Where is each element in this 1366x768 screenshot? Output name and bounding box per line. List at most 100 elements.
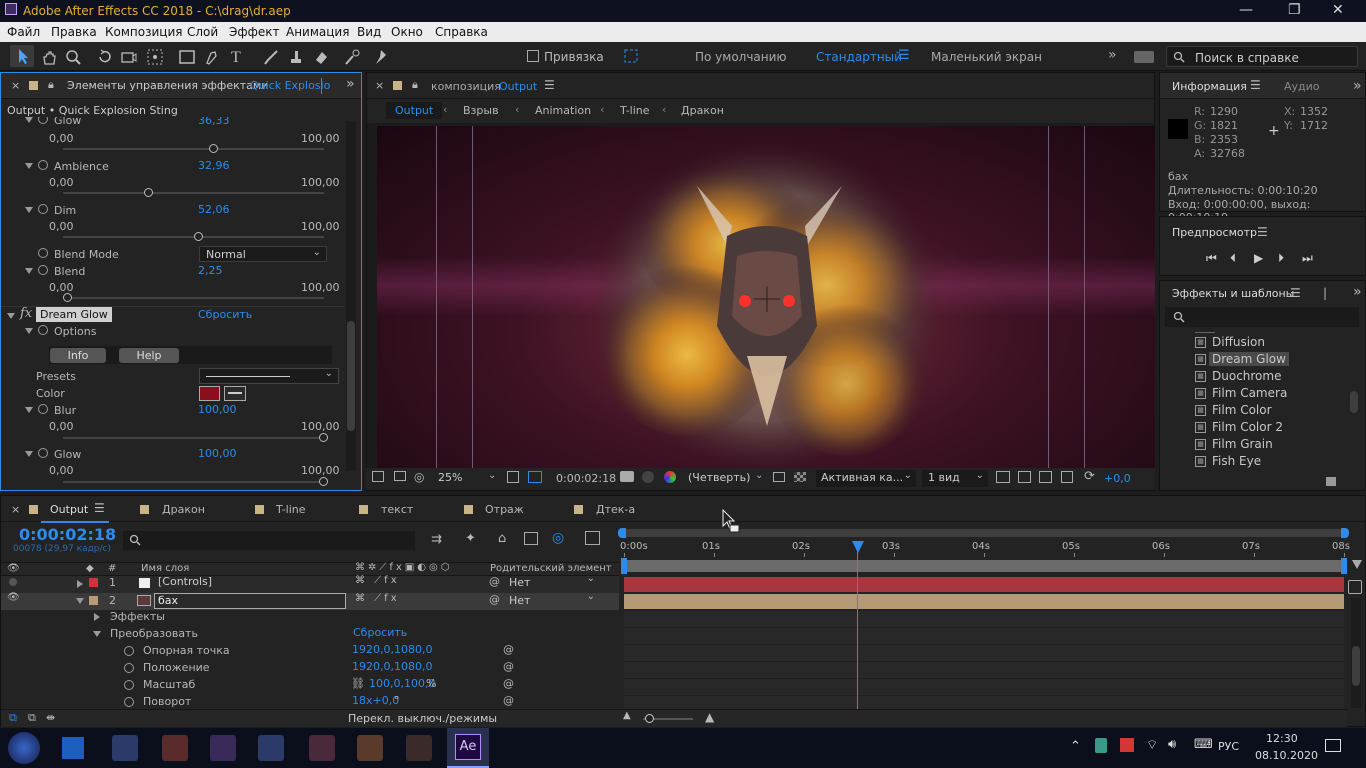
- effect-item[interactable]: ▦ Duochrome: [1195, 369, 1281, 383]
- work-area-range-end[interactable]: [1341, 558, 1347, 574]
- panel-menu-icon[interactable]: ☰: [1290, 286, 1301, 300]
- volume-icon[interactable]: 🔊︎: [1168, 737, 1176, 752]
- color-swatch[interactable]: [199, 386, 220, 401]
- blend-slider[interactable]: [63, 293, 324, 302]
- zoom-in-icon[interactable]: ▲: [705, 710, 714, 724]
- clock-date[interactable]: 08.10.2020: [1255, 749, 1318, 762]
- app-tray-icon[interactable]: [1120, 738, 1134, 752]
- ambience-twirl[interactable]: [25, 163, 33, 169]
- layer-search-input[interactable]: [123, 531, 415, 550]
- glow-top-twirl[interactable]: [25, 117, 33, 123]
- rectangle-tool-icon[interactable]: [178, 48, 196, 66]
- effects-search-input[interactable]: [1165, 307, 1359, 327]
- view-layout-dropdown[interactable]: 1 вид ⌄: [922, 470, 988, 487]
- draft-3d-icon[interactable]: ✦: [465, 531, 476, 546]
- title-action-safe-icon[interactable]: [507, 471, 519, 483]
- glow-top-stopwatch-icon[interactable]: [38, 117, 48, 124]
- minimize-button[interactable]: —: [1239, 2, 1253, 18]
- help-button[interactable]: Help: [119, 348, 179, 363]
- dream-glow-reset[interactable]: Сбросить: [198, 308, 252, 321]
- ambience-slider[interactable]: [63, 188, 324, 197]
- ambience-value[interactable]: 32,96: [198, 159, 230, 172]
- in-out-toggle-icon[interactable]: ⇼: [46, 711, 55, 724]
- effect-controls-scrollbar[interactable]: [346, 121, 356, 471]
- info-button[interactable]: Info: [50, 348, 106, 363]
- taskbar-app-icon[interactable]: [162, 735, 188, 761]
- expand-panels-icon[interactable]: »: [1353, 78, 1362, 94]
- parent-dropdown[interactable]: Нет ⌄: [509, 573, 599, 590]
- help-search-field[interactable]: Поиск в справке: [1166, 46, 1358, 67]
- blur-slider-knob[interactable]: [319, 433, 328, 442]
- taskbar-app-icon[interactable]: [258, 735, 284, 761]
- pick-whip-icon[interactable]: @: [489, 593, 500, 606]
- blend-stopwatch-icon[interactable]: [38, 265, 48, 275]
- glow-stopwatch-icon[interactable]: [38, 448, 48, 458]
- zoom-tool-icon[interactable]: [64, 48, 82, 66]
- transform-reset[interactable]: Сбросить: [353, 626, 407, 639]
- workspace-standard[interactable]: Стандартный: [816, 50, 902, 64]
- camera-view-dropdown[interactable]: Активная ка... ⌄: [816, 470, 916, 487]
- effects-twirl[interactable]: [94, 613, 100, 621]
- layer-switches-toggle-icon[interactable]: ⧉: [9, 711, 17, 725]
- dim-slider-knob[interactable]: [193, 232, 203, 241]
- expression-pick-whip-icon[interactable]: @: [503, 643, 514, 656]
- taskbar-app-icon[interactable]: [406, 735, 432, 761]
- comp-mini-flowchart-icon[interactable]: ⇉: [431, 532, 442, 547]
- menu-composition[interactable]: Композиция: [105, 25, 182, 39]
- frame-blending-icon[interactable]: [524, 532, 538, 545]
- layer-visibility-toggle[interactable]: [9, 578, 17, 586]
- effect-item[interactable]: ▦ Film Grain: [1195, 437, 1273, 451]
- layer-row-1[interactable]: 1 [Controls] ⌘ ⟋fx @ Нет ⌄: [1, 573, 619, 593]
- timeline-tab-output[interactable]: Output: [50, 503, 88, 516]
- position-stopwatch-icon[interactable]: [124, 663, 134, 673]
- effect-controls-tab[interactable]: Элементы управления эффектами: [67, 79, 268, 92]
- reset-exposure-icon[interactable]: ⟳: [1084, 469, 1095, 484]
- timeline-tab-tline[interactable]: T-line: [276, 503, 306, 516]
- effect-item[interactable]: ▦ Diffusion: [1195, 335, 1265, 349]
- motion-blur-icon[interactable]: ◎: [552, 530, 564, 546]
- breadcrumb-output[interactable]: Output: [386, 102, 443, 119]
- blend-value[interactable]: 2,25: [198, 264, 223, 277]
- timeline-tab-drakon[interactable]: Дракон: [162, 503, 205, 516]
- layer-name-field[interactable]: бах: [154, 593, 346, 609]
- layer-switches-icons[interactable]: ⌘ ⟋fx: [355, 593, 400, 604]
- playhead-handle[interactable]: [852, 541, 864, 553]
- brush-tool-icon[interactable]: [262, 48, 280, 66]
- keyboard-icon[interactable]: ⌨: [1194, 737, 1213, 752]
- scale-stopwatch-icon[interactable]: [124, 680, 134, 690]
- blur-twirl[interactable]: [25, 407, 33, 413]
- workspace-default[interactable]: По умолчанию: [695, 50, 787, 64]
- taskbar-app-icon[interactable]: [112, 735, 138, 761]
- show-snapshot-icon[interactable]: [642, 471, 654, 483]
- panel-menu-icon[interactable]: ☰: [1257, 225, 1268, 239]
- notifications-icon[interactable]: [1325, 739, 1341, 752]
- glow-slider-knob[interactable]: [319, 477, 328, 486]
- zoom-out-icon[interactable]: ▲: [623, 710, 631, 721]
- first-frame-icon[interactable]: ⏮: [1206, 251, 1217, 266]
- blend-mode-dropdown[interactable]: Normal ⌄: [199, 246, 327, 262]
- color-channels-icon[interactable]: [664, 471, 676, 483]
- eraser-tool-icon[interactable]: [312, 48, 330, 66]
- dim-stopwatch-icon[interactable]: [38, 204, 48, 214]
- glow-top-slider[interactable]: [63, 144, 324, 153]
- presets-dropdown[interactable]: ⌄: [199, 368, 339, 384]
- current-timecode[interactable]: 0:00:02:18: [556, 472, 616, 485]
- zoom-slider-knob[interactable]: [645, 714, 654, 723]
- close-panel-icon[interactable]: ×: [11, 79, 20, 92]
- hand-tool-icon[interactable]: [40, 48, 58, 66]
- menu-animation[interactable]: Анимация: [286, 25, 349, 39]
- layer-2-duration-bar[interactable]: [624, 594, 1344, 609]
- layer-switches-icons[interactable]: ⌘ ⟋fx: [355, 575, 400, 586]
- dim-value[interactable]: 52,06: [198, 203, 230, 216]
- effect-item[interactable]: ▦ Fish Eye: [1195, 454, 1261, 468]
- timeline-tab-dteka[interactable]: Дтек-а: [596, 503, 635, 516]
- resolution-dropdown[interactable]: (Четверть): [688, 471, 750, 484]
- snap-options-icon[interactable]: [624, 49, 638, 63]
- last-frame-icon[interactable]: ⏭: [1302, 251, 1313, 266]
- dream-glow-twirl[interactable]: [7, 313, 15, 319]
- layer-name[interactable]: [Controls]: [158, 575, 212, 588]
- timeline-tab-otrazh[interactable]: Отраж: [485, 503, 524, 516]
- render-3d-icon[interactable]: [1018, 471, 1031, 483]
- effect-item[interactable]: ▦ Film Camera: [1195, 386, 1287, 400]
- transfer-controls-icon[interactable]: ⧉: [28, 711, 36, 725]
